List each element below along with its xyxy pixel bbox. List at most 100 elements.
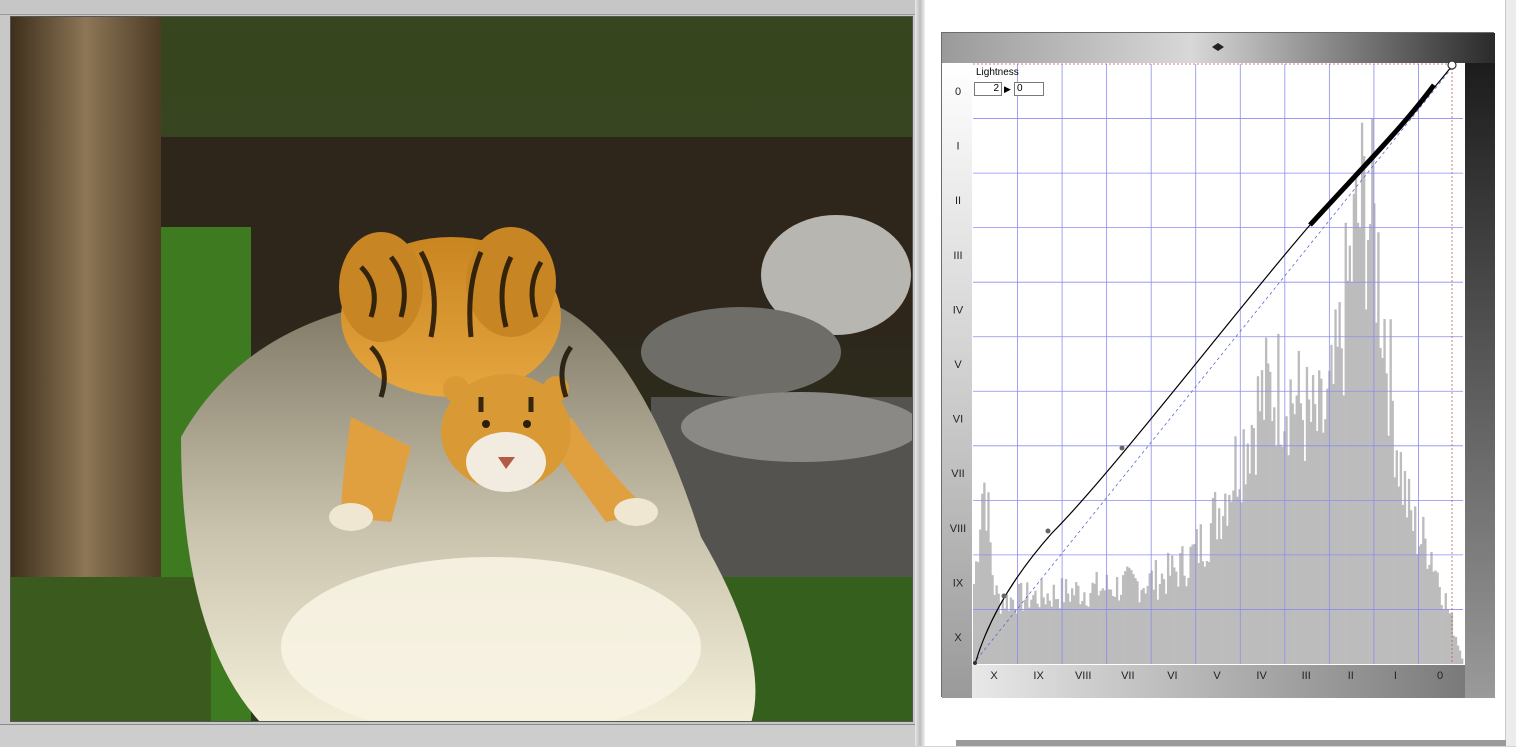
histogram-bar bbox=[1395, 450, 1398, 664]
histogram-bar bbox=[1422, 516, 1425, 664]
histogram-bar bbox=[1287, 455, 1290, 664]
histogram-bar bbox=[1144, 593, 1147, 664]
histogram-bar bbox=[1058, 608, 1062, 664]
input-value-field[interactable]: 2 bbox=[974, 82, 1002, 96]
histogram-bar bbox=[975, 561, 978, 664]
histogram-bar bbox=[1414, 506, 1417, 664]
histogram-bar bbox=[1177, 586, 1180, 664]
histogram-bar bbox=[1262, 419, 1266, 664]
histogram-bar bbox=[1079, 604, 1082, 664]
histogram-bar bbox=[1350, 282, 1354, 664]
histogram-bar bbox=[1458, 650, 1462, 664]
arrow-right-icon: ▶ bbox=[1004, 84, 1011, 94]
histogram-bar bbox=[1019, 582, 1023, 664]
histogram-bar bbox=[1277, 333, 1280, 664]
control-point-icon[interactable] bbox=[1119, 445, 1125, 451]
histogram-bar bbox=[1250, 424, 1254, 664]
histogram-bar bbox=[1460, 658, 1464, 664]
preview-image[interactable] bbox=[10, 16, 913, 722]
histogram-bar bbox=[1426, 568, 1429, 664]
histogram-bar bbox=[1336, 346, 1339, 664]
histogram-bar bbox=[1434, 570, 1437, 664]
histogram-bar bbox=[1452, 635, 1456, 664]
histogram-bar bbox=[1022, 610, 1025, 664]
histogram-bar bbox=[1405, 517, 1409, 664]
histogram-bar bbox=[1209, 523, 1213, 664]
histogram-bar bbox=[1028, 607, 1031, 664]
histogram-bar bbox=[1305, 366, 1309, 664]
histogram-bar bbox=[1099, 590, 1102, 664]
histogram-bar bbox=[1117, 600, 1121, 664]
histogram-bar bbox=[1222, 516, 1225, 664]
endpoint-control-icon[interactable] bbox=[1447, 60, 1457, 70]
histogram-bar bbox=[1158, 584, 1162, 664]
x-zone-label: V bbox=[1213, 670, 1221, 682]
y-zone-label: VI bbox=[953, 414, 963, 426]
histogram-bar bbox=[1301, 420, 1305, 664]
histogram-bar bbox=[1256, 376, 1260, 664]
histogram-bar bbox=[1430, 551, 1433, 664]
histogram-bar bbox=[997, 593, 1000, 664]
histogram-bar bbox=[1454, 637, 1458, 664]
black-point-icon[interactable] bbox=[973, 661, 977, 665]
x-zone-label: VII bbox=[1121, 670, 1134, 682]
histogram-bar bbox=[1152, 589, 1156, 664]
histogram-bar bbox=[1179, 553, 1182, 664]
x-zone-label: VI bbox=[1167, 670, 1177, 682]
histogram-bar bbox=[1391, 400, 1394, 664]
control-point-icon[interactable] bbox=[1045, 528, 1051, 534]
y-zone-label: V bbox=[954, 359, 962, 371]
histogram-bar bbox=[1285, 416, 1288, 664]
histogram-bar bbox=[1246, 443, 1249, 664]
histogram-bar bbox=[1162, 579, 1166, 664]
histogram-bar bbox=[1173, 567, 1176, 664]
histogram-bar bbox=[1107, 589, 1111, 664]
histogram-bar bbox=[1299, 403, 1303, 664]
histogram-bar bbox=[1303, 460, 1307, 664]
histogram-bar bbox=[1362, 156, 1366, 664]
histogram-bar bbox=[995, 585, 998, 664]
histogram-bar bbox=[1381, 357, 1384, 664]
histogram-bar bbox=[1068, 601, 1072, 664]
x-zone-label: II bbox=[1348, 670, 1354, 682]
histogram-bar bbox=[1095, 571, 1098, 664]
histogram-bar bbox=[1360, 122, 1364, 664]
y-zone-label: II bbox=[955, 195, 961, 207]
panel-splitter[interactable] bbox=[915, 0, 925, 746]
histogram-bar bbox=[1316, 431, 1319, 664]
histogram-bar bbox=[1181, 546, 1184, 664]
histogram-bar bbox=[1389, 319, 1392, 664]
histogram-bar bbox=[1009, 597, 1013, 664]
y-zone-label: IX bbox=[953, 577, 964, 589]
histogram-bar bbox=[1097, 595, 1100, 664]
histogram-bar bbox=[1101, 588, 1104, 664]
histogram-bar bbox=[1252, 428, 1256, 664]
x-zone-label: VIII bbox=[1075, 670, 1092, 682]
histogram-bar bbox=[1003, 608, 1006, 664]
histogram-bar bbox=[1432, 571, 1435, 664]
histogram-bar bbox=[1064, 579, 1068, 664]
histogram-bar bbox=[1203, 566, 1207, 664]
histogram-bar bbox=[1026, 582, 1029, 664]
histogram-bar bbox=[1383, 319, 1386, 664]
output-value-field[interactable]: 0 bbox=[1014, 82, 1044, 96]
histogram-bar bbox=[1258, 411, 1262, 664]
histogram-bar bbox=[1295, 395, 1298, 664]
y-zone-label: III bbox=[953, 250, 962, 262]
histogram-bar bbox=[1205, 560, 1209, 664]
viewer-bottom-strip bbox=[0, 724, 918, 747]
histogram-bar bbox=[1142, 588, 1145, 664]
channel-label: Lightness bbox=[976, 67, 1019, 78]
image-viewer bbox=[0, 0, 918, 747]
histogram-bar bbox=[1134, 578, 1137, 664]
histogram-bar bbox=[1248, 473, 1251, 664]
y-zone-label: VII bbox=[951, 468, 964, 480]
histogram-bar bbox=[1334, 309, 1337, 664]
histogram-bar bbox=[1409, 510, 1413, 664]
curves-editor[interactable]: 0 I II III IV V VI VII VIII IX X X IX VIII VII VI V IV II… bbox=[941, 32, 1495, 698]
histogram-bar bbox=[1083, 592, 1086, 664]
histogram-bar bbox=[1046, 593, 1049, 664]
histogram-bar bbox=[1115, 576, 1119, 664]
histogram-bar bbox=[1442, 609, 1445, 664]
control-point-icon[interactable] bbox=[1001, 593, 1007, 599]
